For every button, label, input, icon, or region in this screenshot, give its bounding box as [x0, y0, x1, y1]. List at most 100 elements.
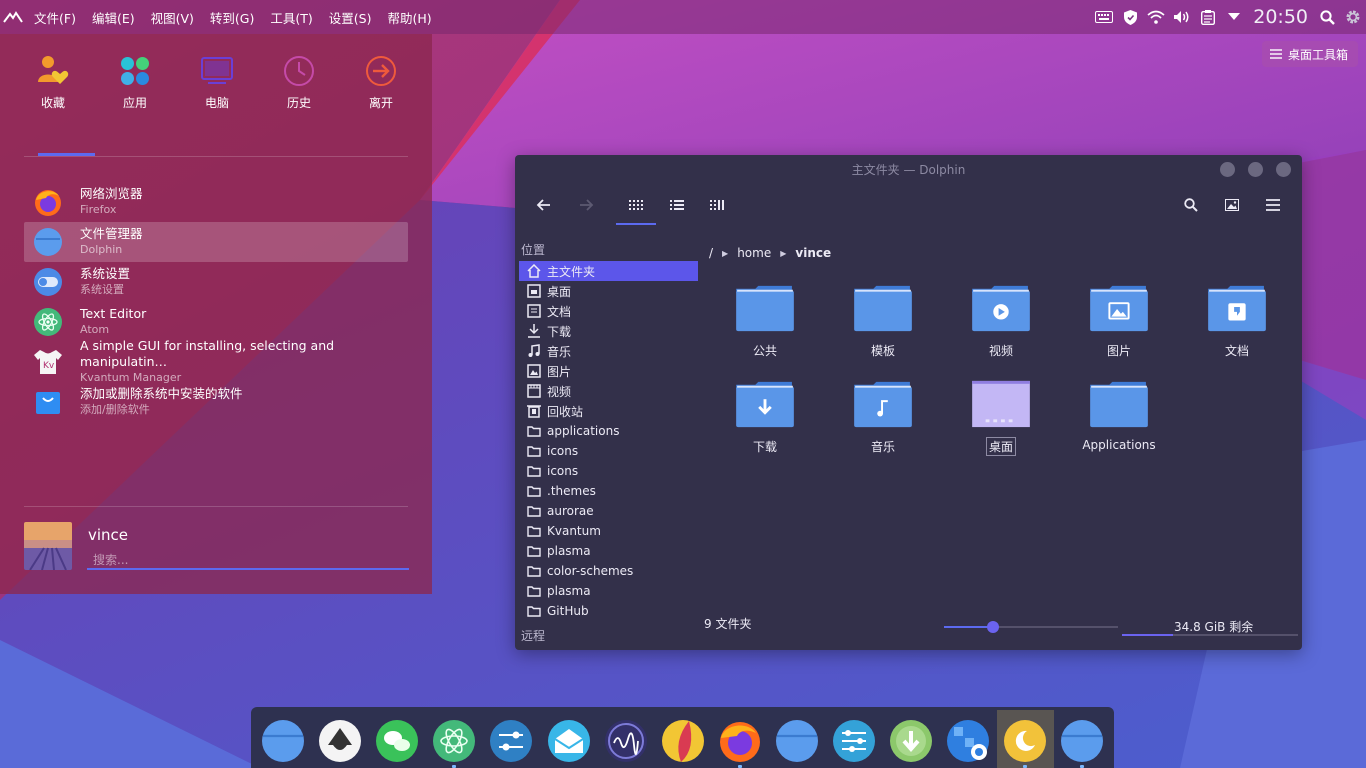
list-item-kvantum[interactable]: Kv A simple GUI for installing, selectin…	[24, 338, 408, 384]
chevron-right-icon: ▶	[780, 248, 787, 258]
folder-icon	[736, 285, 794, 332]
place-item[interactable]: 下载	[519, 321, 698, 341]
search-button[interactable]	[1177, 191, 1205, 219]
desktop-toolbox-button[interactable]: 桌面工具箱	[1261, 41, 1358, 67]
settings-sliders-icon[interactable]	[832, 719, 876, 763]
tab-history[interactable]: 历史	[258, 50, 340, 124]
mail-icon[interactable]	[547, 719, 591, 763]
wechat-icon[interactable]	[375, 719, 419, 763]
place-item[interactable]: applications	[519, 421, 698, 441]
menu-file[interactable]: 文件(F)	[26, 8, 84, 27]
ball-icon[interactable]	[661, 719, 705, 763]
tab-history-label: 历史	[286, 96, 311, 110]
place-item[interactable]: 文档	[519, 301, 698, 321]
tab-applications[interactable]: 应用	[94, 50, 176, 124]
place-item[interactable]: Kvantum	[519, 521, 698, 541]
place-label: 音乐	[547, 344, 572, 359]
window-titlebar[interactable]: 主文件夹 — Dolphin	[515, 155, 1302, 183]
arrow-right-icon	[580, 199, 594, 211]
menu-edit[interactable]: 编辑(E)	[84, 8, 143, 27]
place-item[interactable]: 回收站	[519, 401, 698, 421]
list-item-system-settings[interactable]: 系统设置 系统设置	[24, 262, 408, 302]
tab-favorites[interactable]: 收藏	[12, 50, 94, 124]
menu-button[interactable]	[1259, 191, 1287, 219]
gear-icon[interactable]	[1340, 0, 1366, 34]
place-item[interactable]: 桌面	[519, 281, 698, 301]
file-item[interactable]: 公共	[717, 283, 813, 369]
place-item[interactable]: icons	[519, 461, 698, 481]
place-item[interactable]: plasma	[519, 581, 698, 601]
firefox-icon[interactable]	[718, 719, 762, 763]
list-item-dolphin[interactable]: 文件管理器 Dolphin	[24, 222, 408, 262]
place-item[interactable]: 音乐	[519, 341, 698, 361]
tab-computer[interactable]: 电脑	[176, 50, 258, 124]
preview-button[interactable]	[1218, 191, 1246, 219]
dolphin-icon[interactable]	[261, 719, 305, 763]
file-item[interactable]: 视频	[953, 283, 1049, 369]
dolphin-window: 主文件夹 — Dolphin 位置 主文件夹桌面 文档 下载 音乐 图片 视频 …	[515, 155, 1302, 650]
place-item[interactable]: .themes	[519, 481, 698, 501]
place-item[interactable]: icons	[519, 441, 698, 461]
arrow-down-icon[interactable]	[1221, 0, 1247, 34]
icons-view-button[interactable]	[622, 191, 650, 219]
discover-icon[interactable]	[946, 719, 990, 763]
app-menu-logo-icon[interactable]	[0, 0, 26, 34]
file-item[interactable]: 音乐	[835, 379, 931, 465]
shield-icon[interactable]	[1117, 0, 1143, 34]
menu-help[interactable]: 帮助(H)	[379, 8, 439, 27]
zoom-slider-handle[interactable]	[986, 621, 999, 633]
place-item[interactable]: 图片	[519, 361, 698, 381]
close-button[interactable]	[1276, 162, 1291, 177]
file-item[interactable]: 文档	[1189, 283, 1285, 369]
search-input[interactable]: 搜索...	[87, 548, 409, 570]
dolphin-icon[interactable]	[775, 719, 819, 763]
forward-button[interactable]	[573, 191, 601, 219]
clipboard-icon[interactable]	[1195, 0, 1221, 34]
maximize-button[interactable]	[1248, 162, 1263, 177]
menu-tools[interactable]: 工具(T)	[262, 8, 320, 27]
avatar[interactable]	[24, 522, 72, 570]
search-icon[interactable]	[1314, 0, 1340, 34]
moon-icon[interactable]	[1003, 719, 1047, 763]
list-item-software-manager[interactable]: 添加或删除系统中安装的软件 添加/删除软件	[24, 382, 408, 422]
breadcrumb-root[interactable]: /	[709, 246, 713, 260]
app-title: 网络浏览器	[80, 186, 143, 201]
dolphin-icon[interactable]	[1060, 719, 1104, 763]
file-item[interactable]: 图片	[1071, 283, 1167, 369]
list-item-firefox[interactable]: 网络浏览器 Firefox	[24, 182, 408, 222]
app-title: 添加或删除系统中安装的软件	[80, 386, 243, 401]
compact-view-button[interactable]	[703, 191, 731, 219]
file-item[interactable]: Applications	[1071, 379, 1167, 465]
clock[interactable]: 20:50	[1247, 6, 1314, 28]
volume-icon[interactable]	[1169, 0, 1195, 34]
breadcrumb-home[interactable]: home	[737, 246, 771, 260]
place-item[interactable]: color-schemes	[519, 561, 698, 581]
atom-icon[interactable]	[432, 719, 476, 763]
menu-view[interactable]: 视图(V)	[143, 8, 202, 27]
minimize-button[interactable]	[1220, 162, 1235, 177]
wifi-icon[interactable]	[1143, 0, 1169, 34]
place-item[interactable]: plasma	[519, 541, 698, 561]
menu-settings[interactable]: 设置(S)	[321, 8, 380, 27]
back-button[interactable]	[529, 191, 557, 219]
place-item[interactable]: GitHub	[519, 601, 698, 621]
place-item[interactable]: 视频	[519, 381, 698, 401]
tab-leave[interactable]: 离开	[340, 50, 422, 124]
document-icon	[527, 304, 541, 318]
zoom-slider[interactable]	[944, 621, 1118, 633]
list-item-atom[interactable]: Text Editor Atom	[24, 302, 408, 342]
inkscape-icon[interactable]	[318, 719, 362, 763]
folder-music-icon	[854, 381, 912, 428]
monitor-icon[interactable]	[604, 719, 648, 763]
file-item[interactable]: 模板	[835, 283, 931, 369]
place-item[interactable]: aurorae	[519, 501, 698, 521]
place-item[interactable]: 主文件夹	[519, 261, 698, 281]
file-item[interactable]: 桌面	[953, 379, 1049, 465]
menu-go[interactable]: 转到(G)	[202, 8, 262, 27]
download-icon[interactable]	[889, 719, 933, 763]
keyboard-icon[interactable]	[1091, 0, 1117, 34]
settings-icon[interactable]	[489, 719, 533, 763]
breadcrumb-current[interactable]: vince	[795, 246, 831, 260]
file-item[interactable]: 下载	[717, 379, 813, 465]
details-view-button[interactable]	[663, 191, 691, 219]
